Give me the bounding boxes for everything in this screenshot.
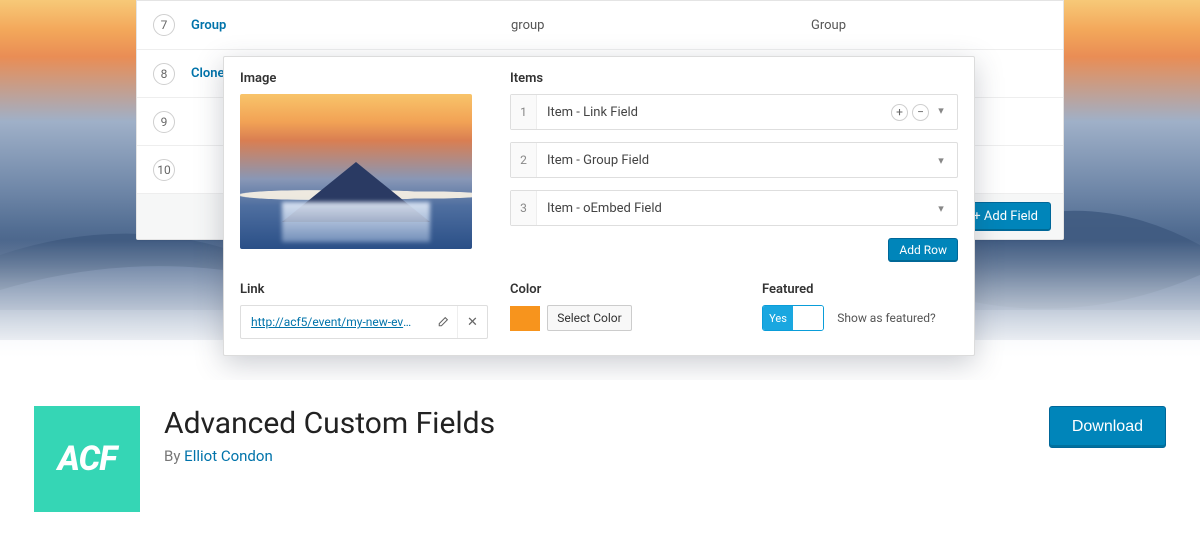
items-section-label: Items	[510, 71, 958, 86]
repeater-item[interactable]: 3 Item - oEmbed Field ▾	[510, 190, 958, 226]
edit-link-icon[interactable]	[427, 306, 457, 338]
download-button[interactable]: Download	[1049, 406, 1166, 448]
remove-item-icon[interactable]: −	[912, 104, 929, 121]
field-name: group	[511, 18, 811, 33]
plugin-title: Advanced Custom Fields	[164, 406, 495, 441]
link-field[interactable]: http://acf5/event/my-new-event/ ✕	[240, 305, 488, 339]
toggle-knob	[793, 306, 823, 330]
field-type: Group	[811, 18, 1063, 33]
plugin-author-link[interactable]: Elliot Condon	[184, 447, 273, 465]
color-section-label: Color	[510, 282, 740, 297]
featured-section-label: Featured	[762, 282, 958, 297]
featured-hint: Show as featured?	[837, 311, 936, 325]
toggle-on-label: Yes	[763, 306, 793, 330]
add-row-button[interactable]: Add Row	[888, 238, 958, 262]
repeater-item[interactable]: 1 Item - Link Field + − ▾	[510, 94, 958, 130]
by-prefix: By	[164, 447, 184, 465]
collapse-icon[interactable]: ▾	[933, 154, 949, 167]
field-row[interactable]: 7 Group group Group	[137, 1, 1063, 49]
add-item-icon[interactable]: +	[891, 104, 908, 121]
item-label: Item - Group Field	[537, 153, 933, 168]
row-number: 10	[153, 159, 175, 181]
select-color-button[interactable]: Select Color	[547, 305, 631, 331]
link-section-label: Link	[240, 282, 488, 297]
collapse-icon[interactable]: ▾	[933, 202, 949, 215]
item-label: Item - oEmbed Field	[537, 201, 933, 216]
item-number: 3	[511, 191, 537, 225]
repeater-item[interactable]: 2 Item - Group Field ▾	[510, 142, 958, 178]
item-number: 1	[511, 95, 537, 129]
link-url[interactable]: http://acf5/event/my-new-event/	[241, 315, 427, 329]
plugin-logo: ACF	[34, 406, 140, 512]
image-section-label: Image	[240, 71, 488, 86]
plugin-logo-text: ACF	[58, 439, 117, 479]
item-label: Item - Link Field	[537, 105, 891, 120]
row-number: 7	[153, 14, 175, 36]
row-number: 9	[153, 111, 175, 133]
featured-toggle[interactable]: Yes	[762, 305, 824, 331]
item-number: 2	[511, 143, 537, 177]
remove-link-icon[interactable]: ✕	[457, 306, 487, 338]
color-swatch[interactable]	[510, 306, 540, 331]
plugin-header: ACF Advanced Custom Fields By Elliot Con…	[0, 380, 1200, 537]
collapse-icon[interactable]: ▾	[933, 104, 949, 121]
field-label[interactable]: Group	[191, 18, 511, 33]
row-number: 8	[153, 63, 175, 85]
image-thumbnail[interactable]	[240, 94, 472, 249]
field-editor-panel: Image Items 1 Item - Link Field + −	[223, 56, 975, 356]
